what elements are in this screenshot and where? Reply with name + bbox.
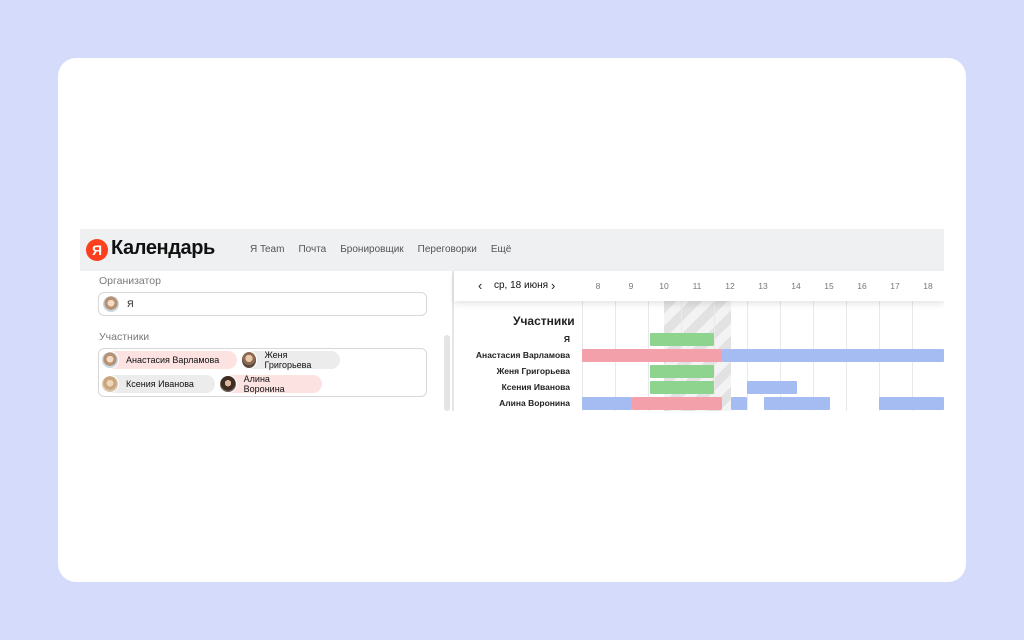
participants-field[interactable]: Анастасия Варламова Женя Григорьева Ксен… (98, 348, 427, 397)
chevron-left-icon[interactable]: ‹ (478, 278, 482, 293)
user-avatar (101, 375, 119, 393)
app-header: Я Календарь Я Team Почта Бронировщик Пер… (80, 229, 944, 271)
schedule-row-name: Я (563, 334, 570, 344)
current-date[interactable]: ср, 18 июня (494, 280, 548, 291)
hour-label: 16 (857, 281, 867, 291)
nav-item-mail[interactable]: Почта (298, 244, 326, 255)
nav-item-more[interactable]: Ещё (491, 244, 511, 255)
schedule-row-name: Анастасия Варламова (475, 350, 570, 360)
hour-label: 12 (725, 281, 735, 291)
organizer-chip[interactable]: Я (102, 295, 144, 313)
user-avatar (219, 375, 237, 393)
nav-item-booking[interactable]: Бронировщик (340, 244, 403, 255)
hour-label: 17 (890, 281, 900, 291)
top-nav: Я Team Почта Бронировщик Переговорки Ещё (250, 244, 511, 255)
nav-item-rooms[interactable]: Переговорки (418, 244, 477, 255)
hour-label: 18 (923, 281, 933, 291)
participant-name: Женя Григорьева (264, 350, 312, 370)
schedule-row-name: Женя Григорьева (496, 366, 570, 376)
busy-slot[interactable] (730, 397, 747, 410)
organizer-field[interactable]: Я (98, 292, 427, 316)
schedule-row-name: Алина Воронина (499, 398, 570, 408)
availability-grid: Участники Я Анастасия Варламова Женя Григо… (454, 301, 944, 411)
busy-slot[interactable] (649, 381, 714, 394)
schedule-date-bar: ‹ ср, 18 июня › 8 9 10 11 12 13 14 15 16 17 18 (454, 271, 944, 301)
busy-slot[interactable] (582, 349, 723, 362)
hour-label: 11 (692, 281, 702, 291)
participant-chip[interactable]: Алина Воронина (219, 374, 322, 394)
schedule-row-name: Ксения Иванова (501, 382, 570, 392)
hour-label: 13 (758, 281, 768, 291)
organizer-name: Я (127, 299, 134, 309)
busy-slot[interactable] (879, 397, 944, 410)
calendar-screenshot: Я Календарь Я Team Почта Бронировщик Пер… (80, 229, 944, 411)
busy-slot[interactable] (649, 333, 714, 346)
participant-chip[interactable]: Анастасия Варламова (101, 351, 237, 369)
busy-slot[interactable] (582, 397, 632, 410)
participant-name: Анастасия Варламова (126, 355, 220, 365)
hour-label: 15 (824, 281, 834, 291)
chevron-right-icon[interactable]: › (551, 278, 555, 293)
hour-label: 8 (595, 281, 601, 291)
hour-label: 9 (628, 281, 634, 291)
hour-label: 14 (791, 281, 801, 291)
user-avatar (102, 295, 120, 313)
busy-slot[interactable] (747, 381, 797, 394)
busy-slot[interactable] (649, 365, 714, 378)
busy-slot[interactable] (631, 397, 723, 410)
organizer-label: Организатор (99, 275, 161, 287)
participants-label: Участники (99, 331, 150, 343)
schedule-participants-title: Участники (513, 314, 575, 328)
participant-name: Алина Воронина (243, 374, 285, 394)
participant-name: Ксения Иванова (126, 379, 194, 389)
yandex-logo-icon[interactable]: Я (86, 239, 108, 261)
app-title[interactable]: Календарь (111, 237, 215, 260)
participant-chip[interactable]: Женя Григорьева (241, 350, 340, 370)
participant-chip[interactable]: Ксения Иванова (101, 375, 215, 393)
busy-slot[interactable] (722, 349, 944, 362)
user-avatar (241, 351, 258, 369)
busy-slot[interactable] (763, 397, 830, 410)
nav-item-ya-team[interactable]: Я Team (250, 244, 284, 255)
hour-label: 10 (659, 281, 669, 291)
user-avatar (101, 351, 119, 369)
